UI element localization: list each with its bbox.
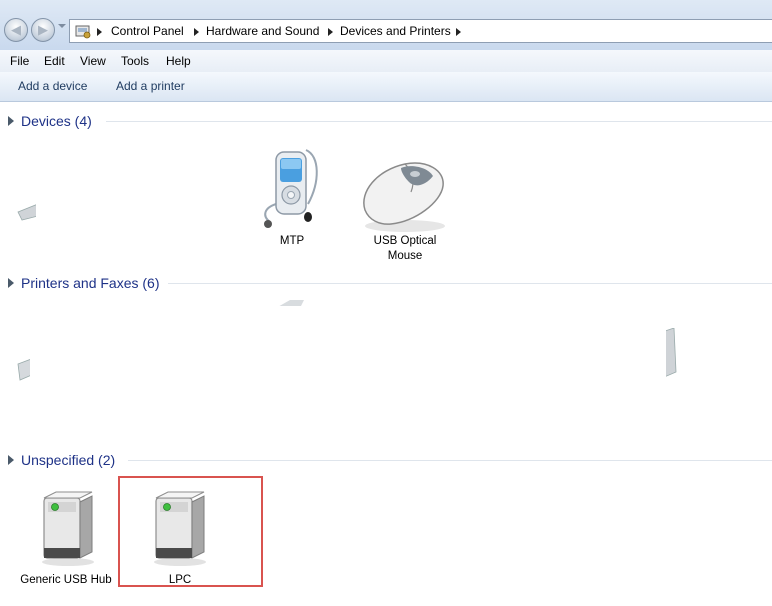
recent-pages-dropdown[interactable]: [58, 24, 66, 28]
add-device-button[interactable]: Add a device: [18, 72, 87, 101]
selection-highlight: [118, 476, 263, 587]
breadcrumb-separator-icon[interactable]: [456, 28, 461, 36]
group-title-devices: Devices (4): [21, 113, 92, 129]
breadcrumb-separator-icon[interactable]: [328, 28, 333, 36]
device-label-usb-optical-mouse[interactable]: USB Optical Mouse: [360, 234, 450, 264]
redacted-area: [30, 306, 666, 448]
group-divider: [106, 121, 772, 122]
device-label-generic-usb-hub[interactable]: Generic USB Hub: [14, 573, 118, 588]
mouse-icon[interactable]: [355, 152, 451, 234]
group-title-printers: Printers and Faxes (6): [21, 275, 160, 291]
collapse-arrow-icon[interactable]: [8, 278, 14, 288]
device-label-mtp[interactable]: MTP: [262, 234, 322, 249]
group-title-unspecified: Unspecified (2): [21, 452, 116, 468]
breadcrumb-devices-and-printers[interactable]: Devices and Printers: [340, 20, 451, 42]
breadcrumb[interactable]: Control Panel Hardware and Sound Devices…: [69, 19, 772, 43]
group-divider: [168, 283, 772, 284]
breadcrumb-separator-icon[interactable]: [194, 28, 199, 36]
breadcrumb-hardware-and-sound[interactable]: Hardware and Sound: [206, 20, 319, 42]
command-bar: Add a device Add a printer: [0, 72, 772, 102]
forward-arrow-icon: ▶: [38, 22, 48, 37]
control-panel-icon: [75, 25, 91, 39]
menu-file[interactable]: File: [10, 50, 29, 72]
group-divider: [128, 460, 772, 461]
breadcrumb-control-panel[interactable]: Control Panel: [111, 20, 184, 42]
group-header-unspecified[interactable]: Unspecified (2): [8, 450, 772, 470]
media-player-icon[interactable]: [262, 142, 322, 232]
back-button[interactable]: ◀: [4, 18, 28, 42]
forward-button[interactable]: ▶: [31, 18, 55, 42]
menu-help[interactable]: Help: [166, 50, 191, 72]
add-printer-button[interactable]: Add a printer: [116, 72, 185, 101]
menu-edit[interactable]: Edit: [44, 50, 65, 72]
usb-hub-icon[interactable]: [38, 488, 98, 568]
group-header-printers[interactable]: Printers and Faxes (6): [8, 273, 772, 293]
group-header-devices[interactable]: Devices (4): [8, 111, 772, 131]
collapse-arrow-icon[interactable]: [8, 116, 14, 126]
breadcrumb-separator-icon[interactable]: [97, 28, 102, 36]
collapse-arrow-icon[interactable]: [8, 455, 14, 465]
redacted-area: [36, 150, 262, 268]
back-arrow-icon: ◀: [11, 22, 21, 37]
menu-tools[interactable]: Tools: [121, 50, 149, 72]
menu-bar: File Edit View Tools Help: [0, 50, 772, 73]
address-bar: ◀ ▶ Control Panel Hardware and Sound Dev…: [0, 0, 772, 50]
menu-view[interactable]: View: [80, 50, 106, 72]
